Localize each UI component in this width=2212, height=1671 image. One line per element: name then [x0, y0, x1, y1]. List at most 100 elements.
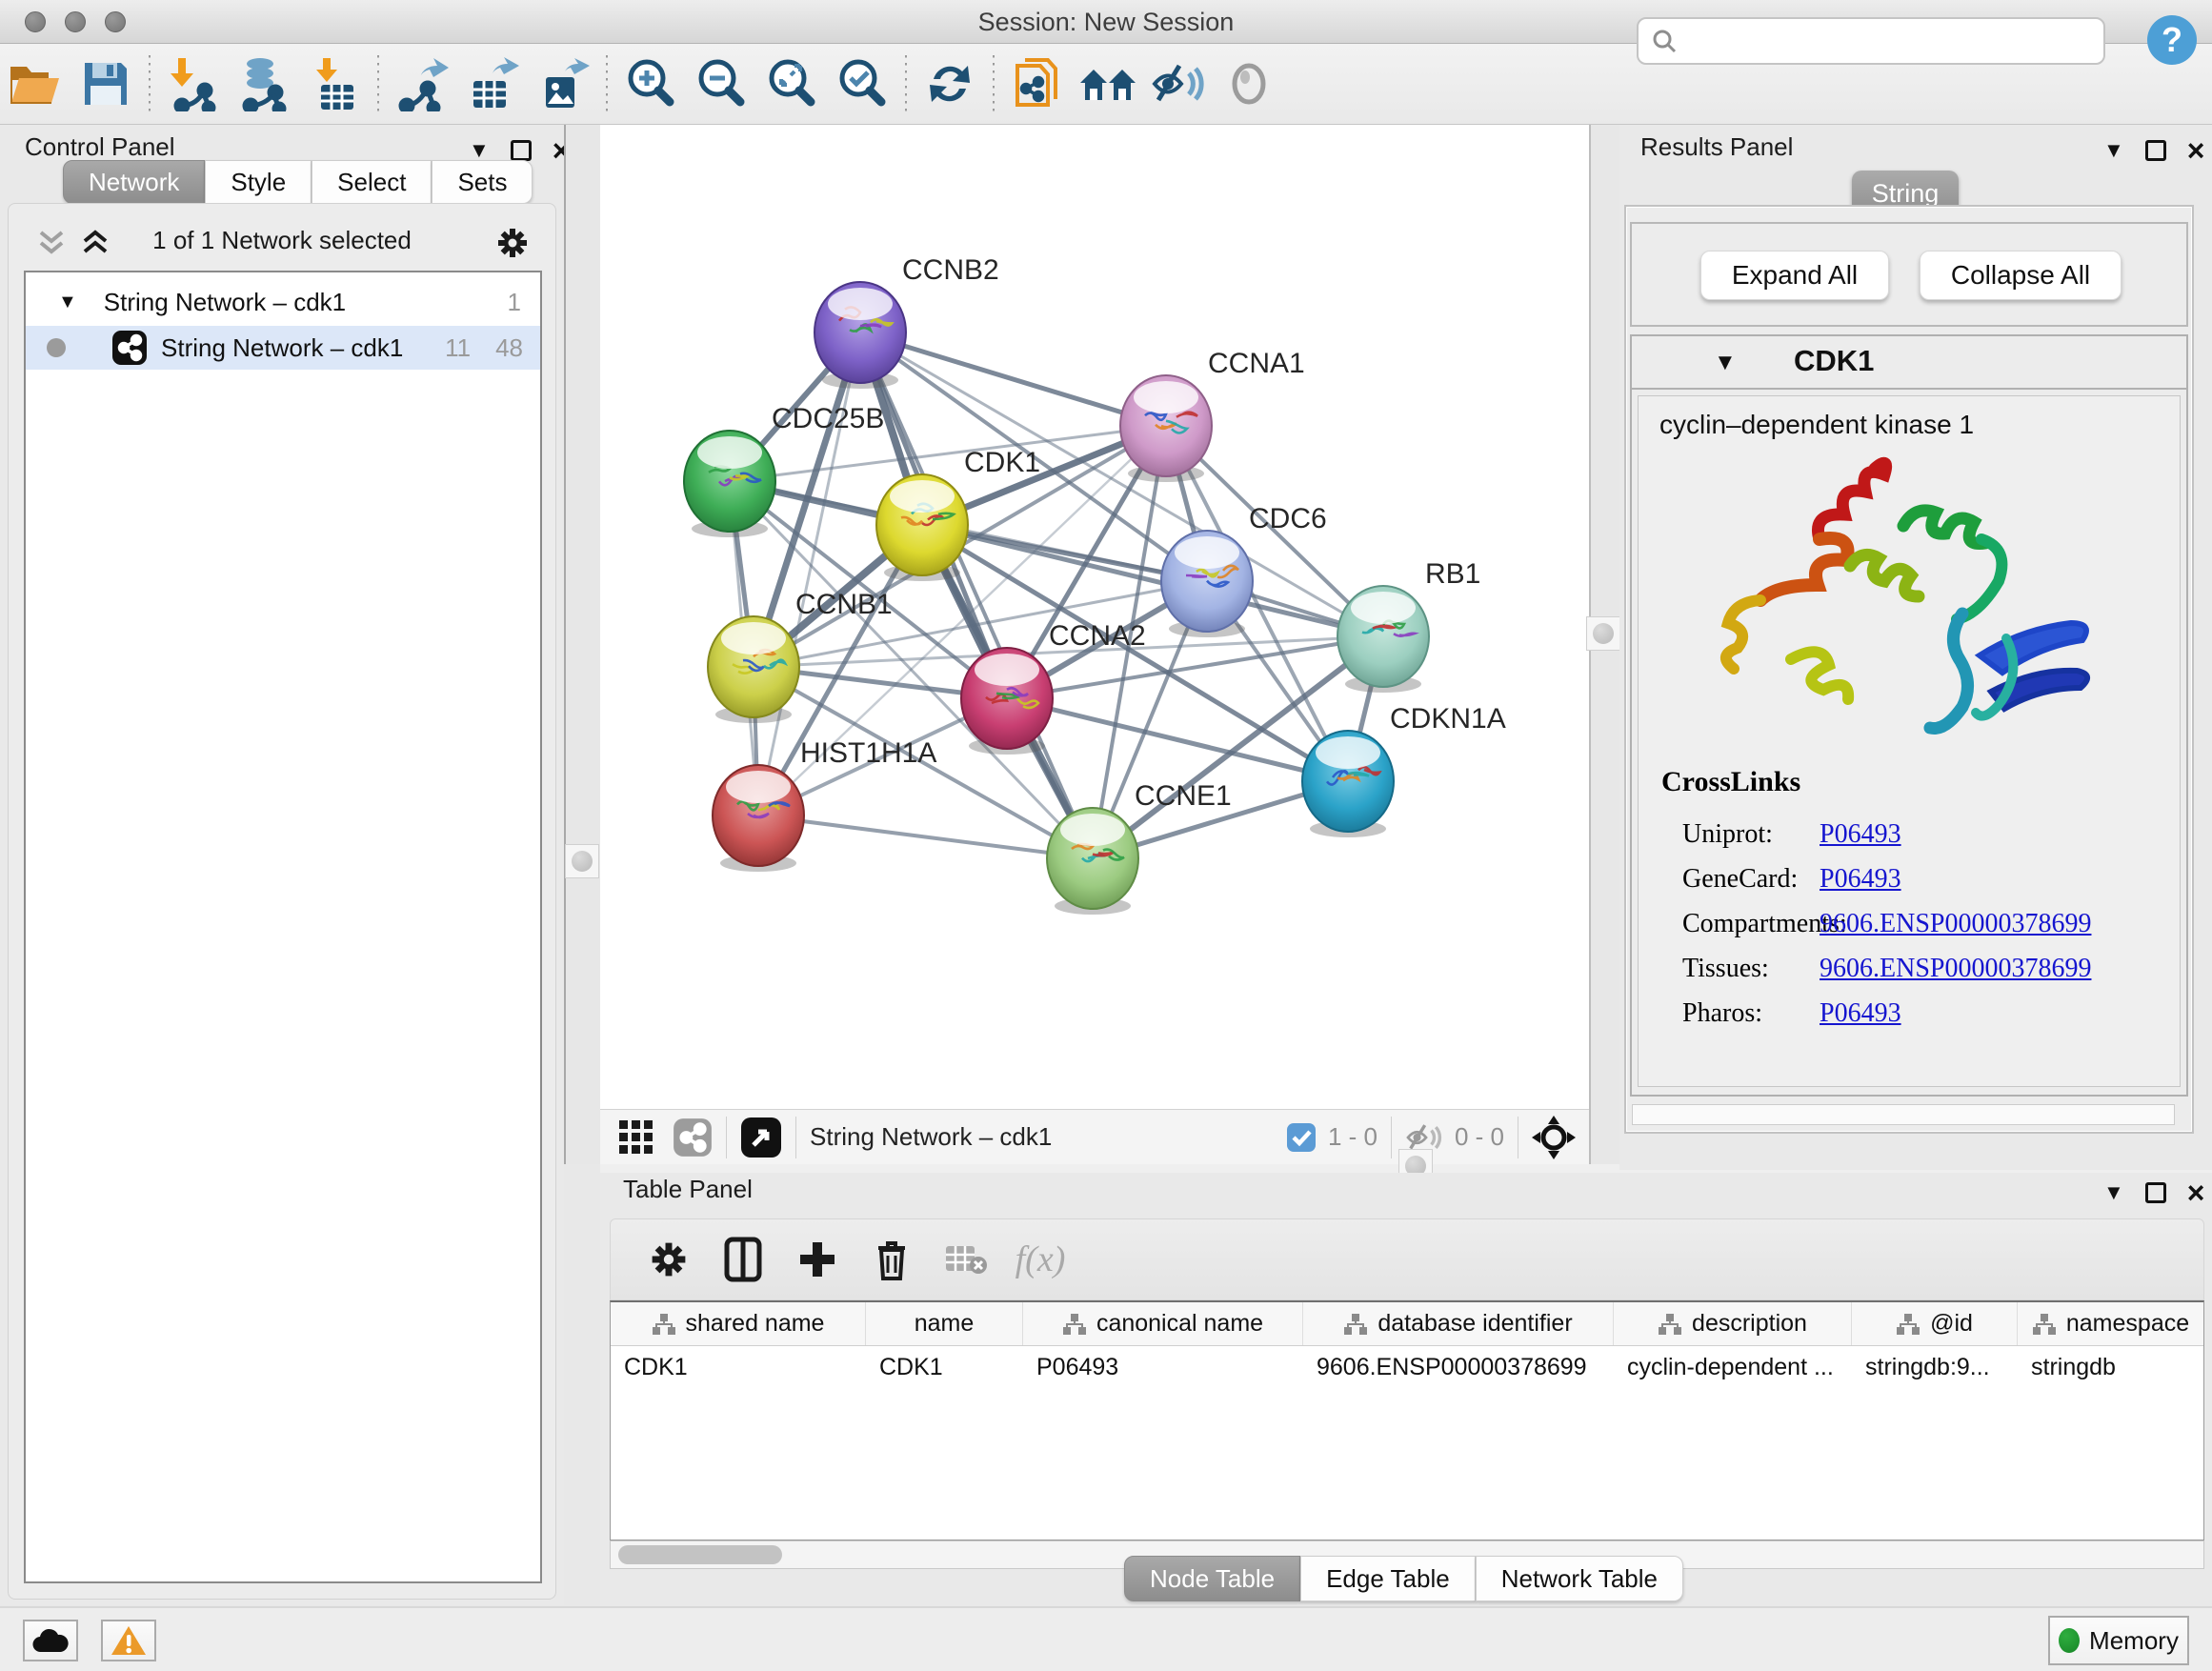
- table-cell[interactable]: CDK1: [611, 1346, 866, 1390]
- table-cell[interactable]: cyclin-dependent ...: [1614, 1346, 1852, 1390]
- tab-network[interactable]: Network: [63, 160, 205, 204]
- table-cell[interactable]: CDK1: [866, 1346, 1023, 1390]
- collapse-triangle-icon[interactable]: ▼: [1714, 350, 1737, 376]
- network-name: String Network – cdk1: [161, 333, 403, 363]
- save-session-icon[interactable]: [70, 50, 141, 117]
- expand-all-button[interactable]: Expand All: [1700, 251, 1889, 300]
- results-splitter[interactable]: [1589, 125, 1619, 1164]
- tab-select[interactable]: Select: [312, 160, 432, 204]
- column-header-name[interactable]: name: [866, 1302, 1023, 1345]
- network-node-cdkn1a[interactable]: [1302, 731, 1394, 837]
- open-session-icon[interactable]: [0, 50, 70, 117]
- table-panel-title: Table Panel: [623, 1175, 753, 1213]
- column-header-database-identifier[interactable]: database identifier: [1303, 1302, 1614, 1345]
- network-node-ccna1[interactable]: [1120, 375, 1212, 482]
- edge-count: 48: [495, 333, 523, 363]
- network-collection-row[interactable]: ▼ String Network – cdk1 1: [26, 280, 540, 324]
- column-header-description[interactable]: description: [1614, 1302, 1852, 1345]
- show-columns-icon[interactable]: [706, 1231, 780, 1288]
- tab-node-table[interactable]: Node Table: [1124, 1556, 1300, 1601]
- table-cell[interactable]: stringdb: [2018, 1346, 2204, 1390]
- gene-section-header[interactable]: ▼ CDK1: [1632, 336, 2186, 390]
- search-input[interactable]: [1679, 28, 2079, 54]
- zoom-in-icon[interactable]: [615, 50, 686, 117]
- panel-menu-icon[interactable]: ▼: [2103, 1180, 2124, 1205]
- crosslink-link[interactable]: P06493: [1820, 998, 1901, 1029]
- crosslink-link[interactable]: P06493: [1820, 819, 1901, 850]
- tab-network-table[interactable]: Network Table: [1476, 1556, 1683, 1601]
- memory-label: Memory: [2089, 1626, 2179, 1656]
- network-node-cdc25b[interactable]: [684, 431, 775, 537]
- collapse-triangle-icon[interactable]: ▼: [58, 292, 77, 313]
- network-node-cdc6[interactable]: [1161, 531, 1253, 637]
- memory-button[interactable]: Memory: [2048, 1616, 2189, 1665]
- panel-splitter[interactable]: [564, 125, 600, 1164]
- crosslink-row: Uniprot:P06493: [1661, 812, 2091, 856]
- tab-sets[interactable]: Sets: [432, 160, 533, 204]
- crosshair-icon[interactable]: [1532, 1116, 1576, 1159]
- warning-status-button[interactable]: [101, 1620, 156, 1661]
- results-scrollbar[interactable]: [1632, 1104, 2175, 1125]
- share-badge-icon[interactable]: [673, 1117, 713, 1158]
- table-cell[interactable]: stringdb:9...: [1852, 1346, 2018, 1390]
- zoom-out-icon[interactable]: [686, 50, 756, 117]
- crosslink-link[interactable]: 9606.ENSP00000378699: [1820, 954, 2091, 984]
- shared-column-icon: [1343, 1313, 1368, 1336]
- status-bar: Memory: [0, 1606, 2212, 1671]
- table-cell[interactable]: 9606.ENSP00000378699: [1303, 1346, 1614, 1390]
- column-header-namespace[interactable]: namespace: [2018, 1302, 2204, 1345]
- network-node-rb1[interactable]: [1337, 586, 1429, 693]
- network-edge[interactable]: [758, 815, 1093, 858]
- import-network-database-icon[interactable]: [229, 50, 299, 117]
- help-icon[interactable]: ?: [2145, 13, 2199, 67]
- collapse-all-button[interactable]: Collapse All: [1920, 251, 2122, 300]
- hide-selected-icon[interactable]: [1143, 50, 1214, 117]
- birdseye-toggle-icon[interactable]: [740, 1117, 782, 1158]
- show-all-icon[interactable]: [1214, 50, 1284, 117]
- crosslink-link[interactable]: P06493: [1820, 864, 1901, 895]
- network-node-hist1h1a[interactable]: [713, 765, 804, 872]
- export-table-icon[interactable]: [457, 50, 528, 117]
- cloud-status-button[interactable]: [23, 1620, 78, 1661]
- panel-close-icon[interactable]: ×: [2187, 1182, 2205, 1203]
- network-edge[interactable]: [860, 332, 1166, 426]
- share-document-icon[interactable]: [1002, 50, 1073, 117]
- grid-icon[interactable]: [617, 1118, 655, 1157]
- network-node-ccne1[interactable]: [1047, 808, 1138, 915]
- panel-float-icon[interactable]: [2145, 140, 2166, 161]
- panel-float-icon[interactable]: [2145, 1182, 2166, 1203]
- panel-close-icon[interactable]: ×: [2187, 140, 2205, 161]
- panel-float-icon[interactable]: [511, 140, 532, 161]
- network-row-selected[interactable]: String Network – cdk1 11 48: [26, 326, 540, 370]
- create-column-plus-icon[interactable]: [780, 1231, 855, 1288]
- zoom-fit-icon[interactable]: [756, 50, 827, 117]
- column-header-canonical-name[interactable]: canonical name: [1023, 1302, 1303, 1345]
- selected-checkbox-icon[interactable]: [1286, 1122, 1317, 1153]
- home-pages-icon[interactable]: [1073, 50, 1143, 117]
- network-node-ccnb1[interactable]: [708, 616, 799, 723]
- tab-style[interactable]: Style: [205, 160, 312, 204]
- toolbar-separator: [905, 55, 907, 112]
- tab-edge-table[interactable]: Edge Table: [1300, 1556, 1476, 1601]
- column-header--id[interactable]: @id: [1852, 1302, 2018, 1345]
- network-edge[interactable]: [860, 332, 1093, 858]
- column-header-shared-name[interactable]: shared name: [611, 1302, 866, 1345]
- panel-menu-icon[interactable]: ▼: [2103, 138, 2124, 163]
- table-cell[interactable]: P06493: [1023, 1346, 1303, 1390]
- export-network-icon[interactable]: [387, 50, 457, 117]
- export-image-icon[interactable]: [528, 50, 598, 117]
- node-table[interactable]: shared namenamecanonical namedatabase id…: [610, 1300, 2204, 1540]
- import-table-file-icon[interactable]: [299, 50, 370, 117]
- network-canvas[interactable]: CCNB2CCNA1CDC25BCDK1CDC6RB1CCNB1CCNA2CDK…: [600, 125, 1589, 1109]
- current-network-dot-icon: [47, 338, 66, 357]
- search-field[interactable]: [1637, 17, 2105, 65]
- zoom-selected-icon[interactable]: [827, 50, 897, 117]
- table-settings-gear-icon[interactable]: [632, 1231, 706, 1288]
- crosslink-link[interactable]: 9606.ENSP00000378699: [1820, 909, 2091, 939]
- table-row[interactable]: CDK1CDK1P064939606.ENSP00000378699cyclin…: [611, 1346, 2203, 1390]
- import-network-file-icon[interactable]: [158, 50, 229, 117]
- refresh-icon[interactable]: [915, 50, 985, 117]
- gear-icon[interactable]: [494, 225, 531, 261]
- delete-columns-trash-icon[interactable]: [855, 1231, 929, 1288]
- delete-table-icon[interactable]: [929, 1231, 1003, 1288]
